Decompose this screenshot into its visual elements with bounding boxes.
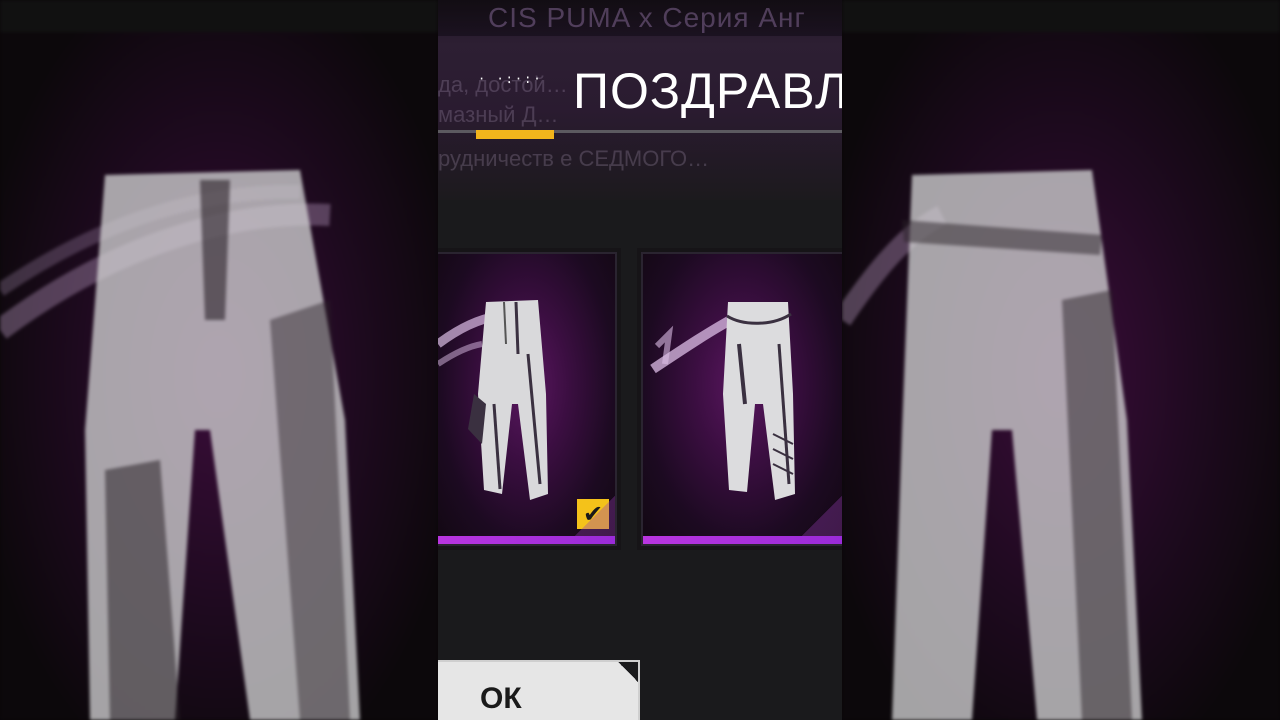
card-corner-accent [575,496,615,536]
faded-description-line: рудничеств е СЕДМОГО… [438,146,710,171]
reward-dialog: CIS PUMA x Серия Анг да, достой… мазный … [438,0,842,720]
card-corner-accent [802,496,842,536]
ok-button-label: ОК [480,682,522,715]
congratulations-headline: ПОЗДРАВЛЯ [573,63,842,119]
ok-button[interactable]: ОК [438,660,640,720]
headline-accent-bar [476,130,554,139]
background-pants-image [0,170,360,720]
sparkle-dots-icon: · ·:·:· [478,72,543,86]
background-title: CIS PUMA x Серия Анг [488,2,806,33]
rarity-bar [438,536,615,544]
rarity-bar [643,536,842,544]
background-right-blur [842,0,1280,720]
background-left-blur [0,0,438,720]
reward-card-white-jogger-pants[interactable] [643,254,842,544]
faded-description-line: мазный Д… [438,102,559,127]
reward-card-white-cargo-pants[interactable]: ✔ [438,254,615,544]
button-corner-cut [618,662,638,682]
background-pants-image [842,170,1142,720]
